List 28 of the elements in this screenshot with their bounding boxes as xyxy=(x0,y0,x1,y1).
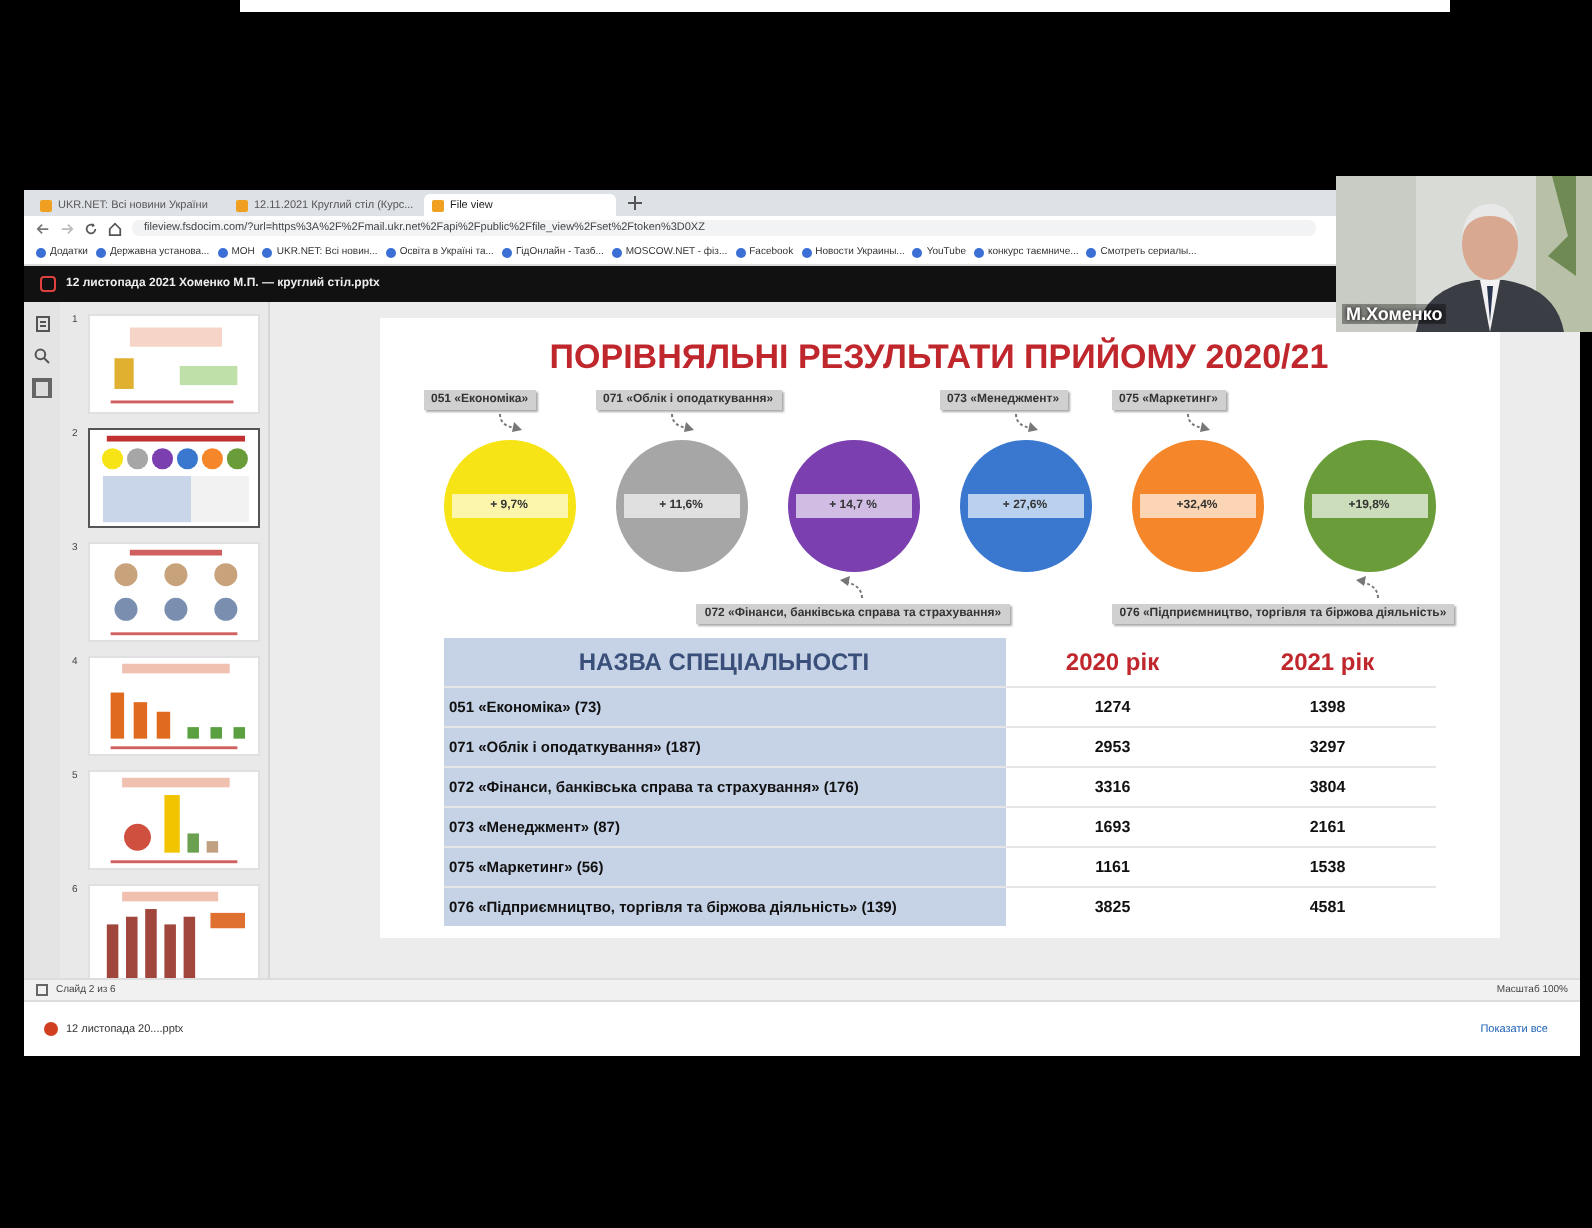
dashed-arrow xyxy=(1353,572,1385,600)
home-icon[interactable] xyxy=(108,221,122,235)
new-tab-icon[interactable] xyxy=(628,196,642,210)
table-cell: 1274 xyxy=(1005,687,1220,727)
presentation-icon xyxy=(40,276,56,292)
slide-title: ПОРІВНЯЛЬНІ РЕЗУЛЬТАТИ ПРИЙОМУ 2020/21 xyxy=(549,338,1329,378)
sidebar-tool-button[interactable] xyxy=(32,346,52,366)
sidebar-tool-button[interactable] xyxy=(32,378,52,398)
table-cell: 2953 xyxy=(1005,727,1220,767)
table-cell: 2161 xyxy=(1220,807,1435,847)
column-header: НАЗВА СПЕЦІАЛЬНОСТІ xyxy=(443,638,1005,687)
slide-thumbnail[interactable] xyxy=(88,428,260,528)
thumbnails-icon xyxy=(36,381,48,395)
table-cell: 1161 xyxy=(1005,847,1220,887)
table-cell: 3297 xyxy=(1220,727,1435,767)
search-icon xyxy=(34,348,50,364)
table-cell: 3825 xyxy=(1005,887,1220,926)
sidebar-tool-button[interactable] xyxy=(32,314,52,334)
table-cell: 1538 xyxy=(1220,847,1435,887)
reload-icon[interactable] xyxy=(84,221,98,235)
table-cell: 1693 xyxy=(1005,807,1220,847)
panel-icon xyxy=(35,316,49,332)
column-header: 2020 рік xyxy=(1005,638,1220,687)
table-cell: 3804 xyxy=(1220,767,1435,807)
dashed-arrow xyxy=(837,572,869,600)
back-icon[interactable] xyxy=(36,221,50,235)
table-cell: 3316 xyxy=(1005,767,1220,807)
table-cell: 1398 xyxy=(1220,687,1435,727)
